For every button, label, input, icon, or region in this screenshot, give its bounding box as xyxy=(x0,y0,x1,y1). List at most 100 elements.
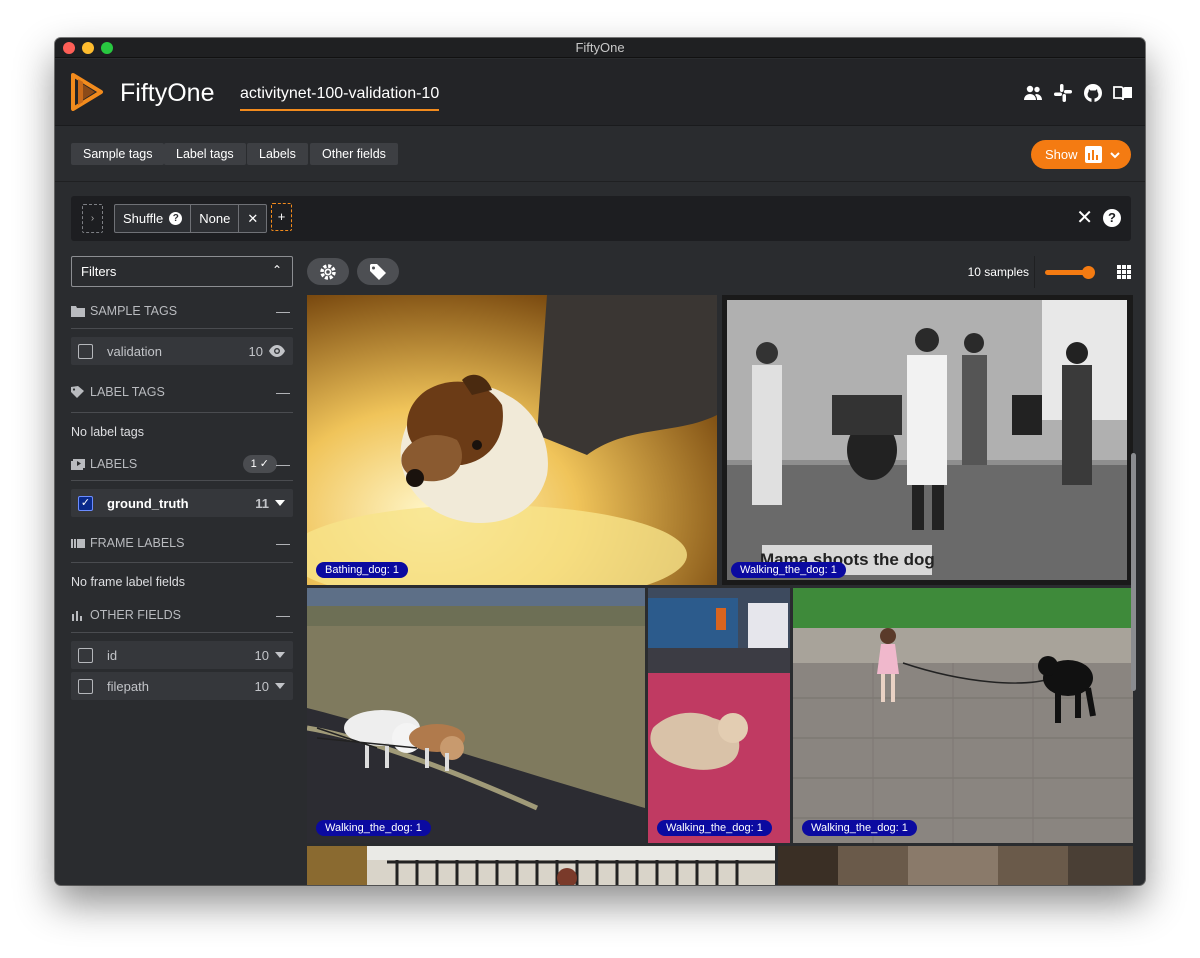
sample-image xyxy=(648,588,790,843)
field-row-validation[interactable]: validation 10 xyxy=(71,337,293,365)
view-help-icon[interactable]: ? xyxy=(1103,209,1121,227)
sample-tile[interactable]: Walking_the_dog: 1 xyxy=(307,588,645,843)
close-window-button[interactable] xyxy=(63,42,75,54)
view-stage-shuffle[interactable]: Shuffle? None ✕ xyxy=(114,204,268,233)
minimize-window-button[interactable] xyxy=(82,42,94,54)
tag-icon xyxy=(370,263,386,280)
sample-tile[interactable] xyxy=(307,846,775,885)
field-count: 11 xyxy=(255,495,269,511)
window-title: FiftyOne xyxy=(575,40,625,55)
group-header[interactable]: OTHER FIELDS — xyxy=(71,591,293,633)
tab-labels[interactable]: Labels xyxy=(247,143,308,165)
group-labels: LABELS 1 ✓ — ✓ ground_truth 11 xyxy=(71,441,293,517)
label-pill[interactable]: Walking_the_dog: 1 xyxy=(731,562,846,578)
labels-icon xyxy=(71,458,85,470)
tag-icon xyxy=(71,385,84,398)
sample-image xyxy=(307,846,775,885)
sample-image xyxy=(793,588,1133,843)
checkbox[interactable] xyxy=(78,343,93,359)
show-button-label: Show xyxy=(1045,147,1078,162)
group-other-fields: OTHER FIELDS — id 10 filepath 10 xyxy=(71,591,293,700)
team-icon[interactable] xyxy=(1023,83,1043,103)
grid-scrollbar[interactable] xyxy=(1131,453,1136,691)
field-row-id[interactable]: id 10 xyxy=(71,641,293,669)
zoom-slider[interactable] xyxy=(1045,266,1095,279)
checkbox[interactable] xyxy=(78,678,93,694)
chevron-down-icon xyxy=(1109,151,1120,158)
collapse-icon[interactable]: — xyxy=(276,535,290,551)
bar-chart-icon xyxy=(72,610,82,621)
group-header[interactable]: FRAME LABELS — xyxy=(71,517,293,563)
clear-view-icon[interactable]: ✕ xyxy=(1076,208,1093,228)
sample-tile[interactable]: Walking_the_dog: 1 xyxy=(648,588,790,843)
collapse-icon[interactable]: — xyxy=(276,384,290,400)
tab-label-tags[interactable]: Label tags xyxy=(164,143,246,165)
group-header[interactable]: LABEL TAGS — xyxy=(71,365,293,413)
view-bar: › Shuffle? None ✕ + ✕ ? xyxy=(71,196,1131,241)
github-icon[interactable] xyxy=(1083,83,1103,103)
sample-tile[interactable] xyxy=(778,846,1133,885)
empty-note: No frame label fields xyxy=(71,575,185,589)
stage-value[interactable]: None xyxy=(199,211,230,226)
zoom-window-button[interactable] xyxy=(101,42,113,54)
field-label: filepath xyxy=(107,678,149,694)
collapse-icon[interactable]: — xyxy=(276,607,290,623)
field-count: 10 xyxy=(254,678,269,694)
remove-stage-icon[interactable]: ✕ xyxy=(247,211,258,227)
caret-down-icon[interactable] xyxy=(275,500,285,506)
sample-count: 10 samples xyxy=(967,265,1029,279)
field-row-ground-truth[interactable]: ✓ ground_truth 11 xyxy=(71,489,293,517)
frames-icon xyxy=(71,538,85,548)
field-count: 10 xyxy=(254,647,269,663)
add-stage-button[interactable]: + xyxy=(271,203,292,231)
group-header[interactable]: SAMPLE TAGS — xyxy=(71,287,293,329)
sample-grid: Bathing_dog: 1 Mama shoots the dog Walki… xyxy=(307,295,1133,885)
sample-tile[interactable]: Walking_the_dog: 1 xyxy=(793,588,1133,843)
tag-button[interactable] xyxy=(357,258,399,285)
label-pill[interactable]: Walking_the_dog: 1 xyxy=(657,820,772,836)
group-header[interactable]: LABELS 1 ✓ — xyxy=(71,441,293,481)
label-pill[interactable]: Walking_the_dog: 1 xyxy=(802,820,917,836)
caret-down-icon[interactable] xyxy=(275,683,285,689)
filters-dropdown[interactable]: Filters ⌃ xyxy=(71,256,293,287)
fiftyone-logo-icon[interactable] xyxy=(69,73,105,111)
sample-image xyxy=(778,846,1133,885)
docs-book-icon[interactable] xyxy=(1113,83,1133,103)
empty-note: No label tags xyxy=(71,425,144,439)
sample-image xyxy=(307,588,645,843)
collapse-icon[interactable]: — xyxy=(276,303,290,319)
expand-chevron-icon[interactable]: › xyxy=(82,204,103,233)
field-toolbar: Sample tags Label tags Labels Other fiel… xyxy=(55,127,1145,182)
field-count: 10 xyxy=(248,343,263,359)
app-window: FiftyOne FiftyOne activitynet-100-valida… xyxy=(55,38,1145,885)
divider xyxy=(1034,256,1035,288)
sample-image xyxy=(307,295,717,585)
grid-view-icon[interactable] xyxy=(1117,265,1131,279)
sample-tile[interactable]: Bathing_dog: 1 xyxy=(307,295,717,585)
tab-other-fields[interactable]: Other fields xyxy=(310,143,398,165)
label-pill[interactable]: Walking_the_dog: 1 xyxy=(316,820,431,836)
settings-button[interactable] xyxy=(307,258,349,285)
show-button[interactable]: Show xyxy=(1031,140,1131,169)
tag-folder-icon xyxy=(71,305,85,317)
selected-count-badge[interactable]: 1 ✓ xyxy=(242,454,277,473)
collapse-icon[interactable]: — xyxy=(276,456,290,472)
grid-toolbar: 10 samples xyxy=(307,256,1133,290)
brand-name: FiftyOne xyxy=(120,79,215,107)
dataset-selector[interactable]: activitynet-100-validation-10 xyxy=(240,85,440,111)
chevron-up-icon: ⌃ xyxy=(271,263,282,277)
eye-icon[interactable] xyxy=(269,345,285,357)
title-bar: FiftyOne xyxy=(55,38,1145,58)
checkbox[interactable] xyxy=(78,647,93,663)
label-pill[interactable]: Bathing_dog: 1 xyxy=(316,562,409,578)
checkbox-checked[interactable]: ✓ xyxy=(78,495,93,511)
group-label-tags: LABEL TAGS — No label tags xyxy=(71,365,293,441)
sample-tile[interactable]: Mama shoots the dog Walking_the_dog: 1 xyxy=(722,295,1133,585)
app-header: FiftyOne activitynet-100-validation-10 xyxy=(55,59,1145,126)
slider-knob[interactable] xyxy=(1082,266,1095,279)
tab-sample-tags[interactable]: Sample tags xyxy=(71,143,165,165)
caret-down-icon[interactable] xyxy=(275,652,285,658)
slack-icon[interactable] xyxy=(1053,83,1073,103)
field-row-filepath[interactable]: filepath 10 xyxy=(71,672,293,700)
help-icon[interactable]: ? xyxy=(169,212,183,225)
